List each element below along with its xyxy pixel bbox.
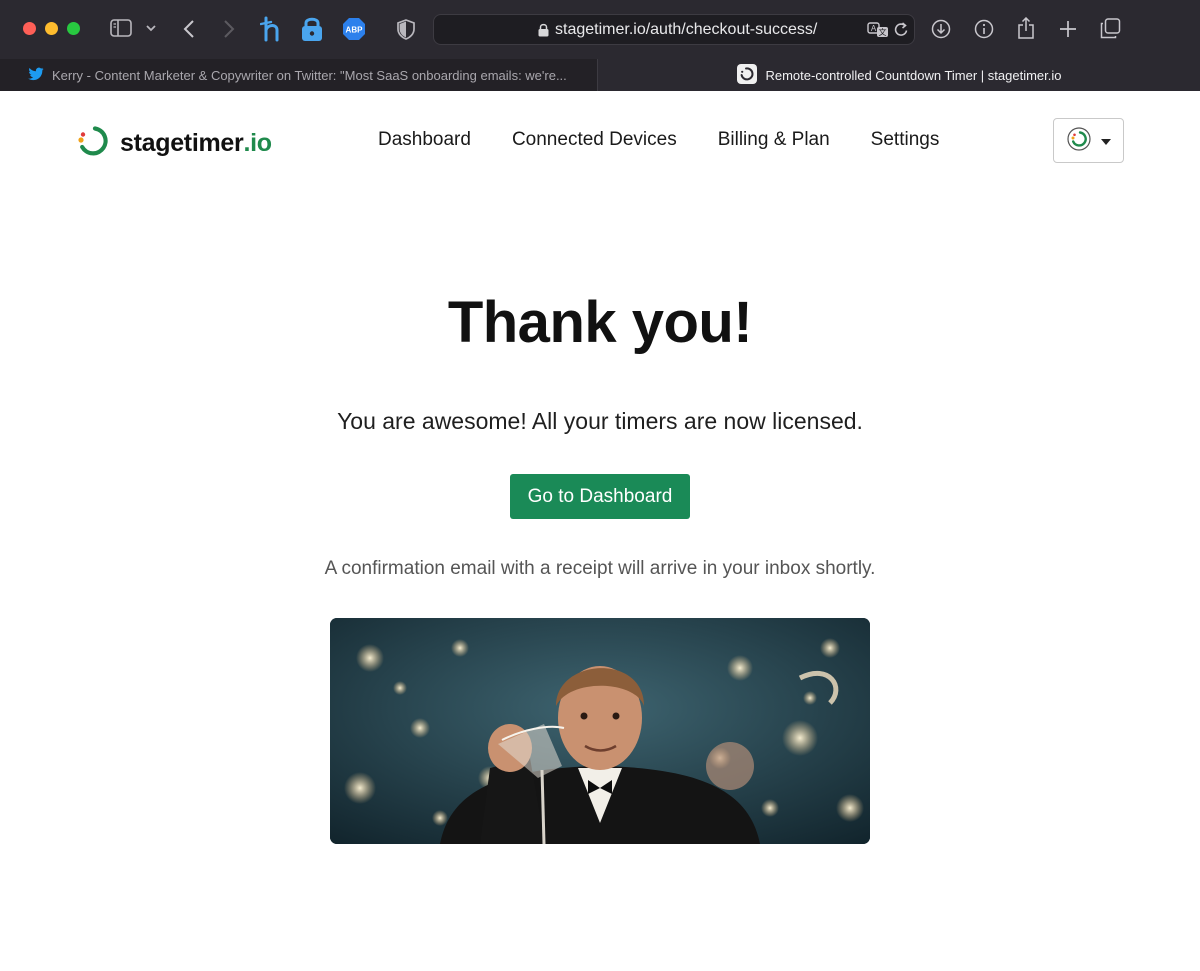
svg-text:A: A [871, 24, 877, 33]
reload-icon[interactable] [894, 22, 909, 43]
twitter-icon [28, 67, 44, 84]
download-icon[interactable] [931, 19, 951, 39]
page-content: stagetimer .io Dashboard Connected Device… [0, 91, 1200, 971]
sidebar-icon[interactable] [110, 19, 132, 37]
stagetimer-logo-icon [76, 124, 110, 163]
honey-icon[interactable] [260, 16, 284, 42]
stagetimer-icon [737, 63, 758, 87]
share-icon[interactable] [1017, 17, 1035, 39]
url-text[interactable]: stagetimer.io/auth/checkout-success/ [555, 21, 817, 39]
forward-icon [223, 19, 235, 39]
success-message: You are awesome! All your timers are now… [337, 408, 863, 434]
address-bar[interactable]: stagetimer.io/auth/checkout-success/ A文 [433, 14, 915, 45]
adblock-plus-icon[interactable]: ABP [342, 17, 366, 41]
confirmation-note: A confirmation email with a receipt will… [324, 558, 876, 579]
page-title: Thank you! [447, 290, 753, 355]
brand-name: stagetimer [120, 129, 244, 157]
account-menu-button[interactable] [1053, 118, 1124, 163]
tab-twitter-title: Kerry - Content Marketer & Copywriter on… [52, 67, 567, 83]
main-nav: Dashboard Connected Devices Billing & Pl… [378, 129, 939, 151]
close-window-button[interactable] [23, 22, 36, 35]
chevron-down-icon[interactable] [146, 25, 156, 32]
svg-text:文: 文 [879, 27, 887, 37]
browser-toolbar: ABP stagetimer.io/auth/checkout-success/… [0, 0, 1200, 59]
nav-billing-plan[interactable]: Billing & Plan [718, 129, 830, 151]
new-tab-icon[interactable] [1059, 20, 1077, 38]
caret-down-icon [1100, 133, 1111, 148]
nav-settings[interactable]: Settings [871, 129, 940, 151]
browser-chrome: ABP stagetimer.io/auth/checkout-success/… [0, 0, 1200, 91]
tab-overview-icon[interactable] [1100, 18, 1121, 39]
adblock-badge-label: ABP [346, 26, 364, 35]
celebration-gif [330, 618, 870, 844]
lock-icon [538, 23, 549, 42]
go-to-dashboard-button[interactable]: Go to Dashboard [510, 474, 690, 519]
password-lock-icon[interactable] [301, 16, 323, 42]
minimize-window-button[interactable] [45, 22, 58, 35]
tab-twitter[interactable]: Kerry - Content Marketer & Copywriter on… [0, 59, 598, 91]
translate-icon[interactable]: A文 [867, 22, 889, 43]
zoom-window-button[interactable] [67, 22, 80, 35]
brand-tld: .io [243, 129, 272, 157]
tab-stagetimer[interactable]: Remote-controlled Countdown Timer | stag… [599, 59, 1200, 91]
nav-connected-devices[interactable]: Connected Devices [512, 129, 677, 151]
privacy-shield-icon[interactable] [397, 19, 415, 40]
nav-dashboard[interactable]: Dashboard [378, 129, 471, 151]
brand-logo-link[interactable]: stagetimer .io [76, 124, 272, 163]
avatar [1066, 127, 1091, 154]
back-icon[interactable] [183, 19, 195, 39]
tab-stagetimer-title: Remote-controlled Countdown Timer | stag… [765, 67, 1062, 83]
tab-bar: Kerry - Content Marketer & Copywriter on… [0, 59, 1200, 91]
info-icon[interactable] [974, 19, 994, 39]
